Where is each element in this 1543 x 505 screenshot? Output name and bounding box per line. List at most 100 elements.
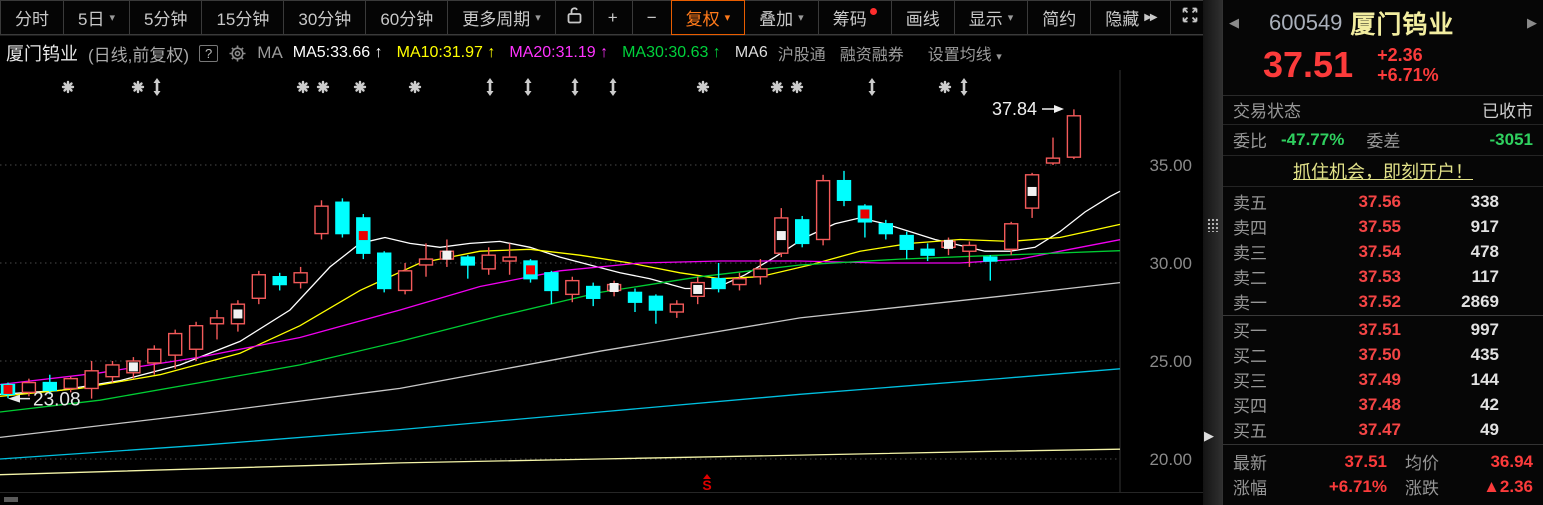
event-star-icon[interactable] [940,82,950,92]
white-note-marker[interactable] [610,283,619,292]
event-star-icon[interactable] [772,82,782,92]
bid-row-2[interactable]: 买二37.50435 [1233,342,1533,367]
market-link-1[interactable]: 沪股通 [778,47,826,64]
lock-button[interactable] [555,0,594,35]
chips-button[interactable]: 筹码 [818,0,892,35]
period-tab-7[interactable]: 更多周期▾ [448,0,556,35]
simple-button[interactable]: 简约 [1027,0,1091,35]
ask-row-2[interactable]: 卖二37.53117 [1233,264,1533,289]
red-note-marker[interactable] [359,231,368,240]
open-account-link[interactable]: 抓住机会，即刻开户！ [1293,158,1473,184]
chart-mode-label: (日线,前复权) [88,41,189,66]
zoom-in-button[interactable]: + [593,0,633,35]
red-note-marker[interactable] [860,210,869,219]
fuquan-button[interactable]: 复权▾ [671,0,746,35]
candle-body [649,296,662,310]
lock-icon [566,6,583,30]
stock-code: 600549 [1269,10,1342,36]
candle-body [796,220,809,244]
event-star-icon[interactable] [355,82,365,92]
horizontal-scrollbar-thumb[interactable] [4,497,18,502]
event-star-icon[interactable] [698,82,708,92]
white-note-marker[interactable] [693,285,702,294]
white-note-marker[interactable] [944,240,953,249]
red-note-marker[interactable] [526,265,535,274]
next-stock-icon[interactable]: ▶ [1527,15,1537,31]
candlestick-chart[interactable]: 35.0030.0025.0020.0037.8423.08S [0,70,1203,492]
ask-row-4[interactable]: 卖四37.55917 [1233,214,1533,239]
bid-row-5[interactable]: 买五37.4749 [1233,417,1533,442]
event-star-icon[interactable] [298,82,308,92]
candle-body [169,334,182,356]
bid-row-4[interactable]: 买四37.4842 [1233,392,1533,417]
white-note-marker[interactable] [129,362,138,371]
period-tab-1[interactable]: 分时 [0,0,64,35]
candle-body [420,259,433,265]
chart-bottom-bar [0,492,1203,505]
event-updown-icon[interactable] [610,78,617,96]
avg-value: 36.94 [1459,452,1533,472]
latest-value: 37.51 [1291,452,1387,472]
white-note-marker[interactable] [777,231,786,240]
candle-body [252,275,265,299]
event-star-icon[interactable] [63,82,73,92]
order-book: 卖五37.56338卖四37.55917卖三37.54478卖二37.53117… [1223,187,1543,444]
quote-panel: ◀ 600549 厦门钨业 ▶ 37.51 +2.36 +6.71% 交易状态 … [1222,0,1543,505]
y-axis-label: 30.00 [1149,254,1192,273]
market-link-2[interactable]: 融资融券 [840,47,904,64]
ma-line-MA30 [0,251,1120,412]
red-note-marker[interactable] [4,385,13,394]
ask-row-5[interactable]: 卖五37.56338 [1233,189,1533,214]
event-star-icon[interactable] [792,82,802,92]
candle-body [64,379,77,389]
candle-body [461,257,474,265]
candle-body [838,181,851,201]
event-star-icon[interactable] [410,82,420,92]
candle-body [921,249,934,255]
prev-stock-icon[interactable]: ◀ [1229,15,1239,31]
ma-line-MA5 [0,191,1120,394]
candle-body [85,371,98,389]
gear-icon[interactable] [228,44,247,63]
period-tab-4[interactable]: 15分钟 [202,0,284,35]
period-tab-3[interactable]: 5分钟 [130,0,202,35]
chg-value: ▲2.36 [1459,477,1533,497]
divider-grip-icon[interactable] [1207,218,1218,232]
zoom-out-button[interactable]: − [632,0,672,35]
event-star-icon[interactable] [133,82,143,92]
white-note-marker[interactable] [442,251,451,260]
market-links: 沪股通融资融券 [778,41,918,65]
event-updown-icon[interactable] [869,78,876,96]
candle-body [482,255,495,269]
drawline-button[interactable]: 画线 [891,0,955,35]
price-block: 37.51 +2.36 +6.71% [1223,42,1543,96]
event-updown-icon[interactable] [961,78,968,96]
candle-body [1005,224,1018,249]
event-updown-icon[interactable] [525,78,532,96]
hide-button[interactable]: 隐藏▶▶ [1090,0,1170,35]
event-updown-icon[interactable] [154,78,161,96]
bid-row-3[interactable]: 买三37.49144 [1233,367,1533,392]
ma-value-3: MA20:31.19 ↑ [509,44,608,62]
sell-signal-marker[interactable]: S [702,477,711,492]
ask-row-3[interactable]: 卖三37.54478 [1233,239,1533,264]
display-button[interactable]: 显示▾ [954,0,1029,35]
white-note-marker[interactable] [233,309,242,318]
stock-app: 分时5日▾5分钟15分钟30分钟60分钟更多周期▾ +−复权▾叠加▾筹码画线显示▾… [0,0,1543,505]
overlay-button[interactable]: 叠加▾ [744,0,819,35]
ma-indicator-label[interactable]: MA [257,43,283,63]
help-button[interactable]: ? [199,45,218,62]
bid-row-1[interactable]: 买一37.51997 [1233,317,1533,342]
event-updown-icon[interactable] [572,78,579,96]
event-updown-icon[interactable] [487,78,494,96]
candle-body [399,271,412,291]
period-tab-2[interactable]: 5日▾ [64,0,130,35]
panel-collapse-arrow-icon[interactable]: ▶ [1204,428,1214,444]
period-tab-6[interactable]: 60分钟 [366,0,448,35]
white-note-marker[interactable] [1028,187,1037,196]
period-tab-5[interactable]: 30分钟 [284,0,366,35]
ask-row-1[interactable]: 卖一37.522869 [1233,289,1533,314]
panel-divider[interactable]: ▶ [1203,0,1222,505]
ma-settings-button[interactable]: 设置均线 ▾ [928,41,1002,65]
event-star-icon[interactable] [318,82,328,92]
